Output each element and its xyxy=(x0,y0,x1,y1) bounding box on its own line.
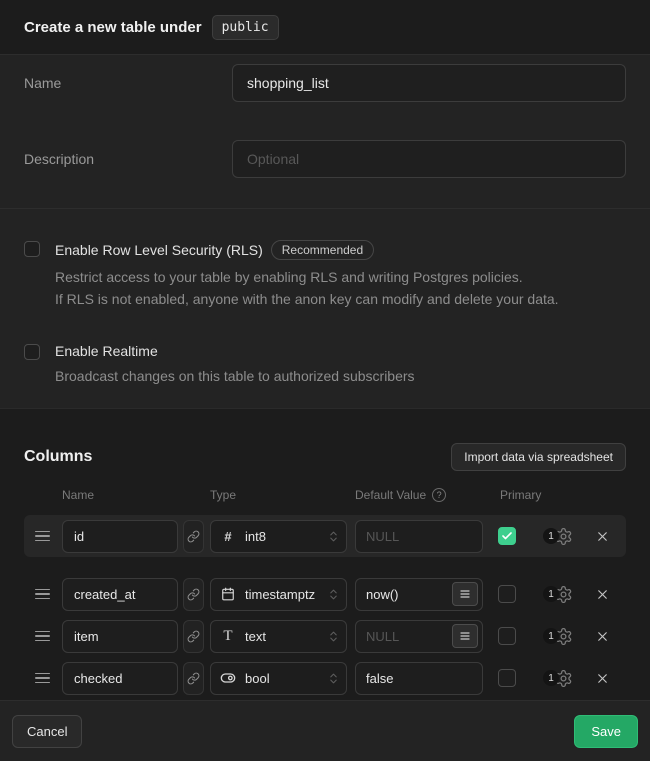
type-label: bool xyxy=(245,671,327,686)
settings-count-badge: 1 xyxy=(543,586,559,602)
remove-column-icon[interactable] xyxy=(595,529,610,544)
column-name-input[interactable] xyxy=(62,620,178,653)
drag-handle-icon[interactable] xyxy=(35,589,50,600)
column-type-select[interactable]: # int8 xyxy=(210,520,347,553)
default-value-input[interactable] xyxy=(356,621,452,652)
column-type-select[interactable]: timestamptz xyxy=(210,578,347,611)
default-value-input[interactable] xyxy=(356,579,452,610)
header-type: Type xyxy=(210,488,355,502)
column-settings-button[interactable]: 1 xyxy=(543,527,573,546)
default-value-field xyxy=(355,578,483,611)
default-value-input[interactable] xyxy=(356,663,478,694)
realtime-option: Enable Realtime Broadcast changes on thi… xyxy=(24,343,626,387)
foreign-key-link-icon[interactable] xyxy=(183,620,204,653)
rls-checkbox[interactable] xyxy=(24,241,40,257)
type-label: timestamptz xyxy=(245,587,327,602)
realtime-description: Broadcast changes on this table to autho… xyxy=(55,365,415,387)
primary-checkbox[interactable] xyxy=(498,585,516,603)
drag-handle-icon[interactable] xyxy=(35,673,50,684)
column-rows: # int8 1 xyxy=(24,515,626,699)
table-name-input[interactable] xyxy=(232,64,626,102)
default-value-field xyxy=(355,662,483,695)
column-settings-button[interactable]: 1 xyxy=(543,627,573,646)
dialog-footer: Cancel Save xyxy=(0,700,650,761)
realtime-label: Enable Realtime xyxy=(55,343,158,359)
cancel-button[interactable]: Cancel xyxy=(12,715,82,748)
settings-count-badge: 1 xyxy=(543,670,559,686)
settings-count-badge: 1 xyxy=(543,628,559,644)
chevrons-up-down-icon xyxy=(327,672,340,685)
chevrons-up-down-icon xyxy=(327,588,340,601)
column-row: # int8 1 xyxy=(24,515,626,557)
default-value-field xyxy=(355,520,483,553)
column-name-input[interactable] xyxy=(62,662,178,695)
realtime-text: Enable Realtime Broadcast changes on thi… xyxy=(55,343,415,387)
columns-title: Columns xyxy=(24,448,92,466)
header-name: Name xyxy=(62,488,210,502)
help-icon[interactable]: ? xyxy=(432,488,446,502)
column-type-select[interactable]: T text xyxy=(210,620,347,653)
rls-label: Enable Row Level Security (RLS) xyxy=(55,242,263,258)
remove-column-icon[interactable] xyxy=(595,671,610,686)
column-settings-button[interactable]: 1 xyxy=(543,585,573,604)
table-description-input[interactable] xyxy=(232,140,626,178)
columns-table-header: Name Type Default Value ? Primary xyxy=(24,488,626,502)
column-row: bool 1 xyxy=(24,657,626,699)
foreign-key-link-icon[interactable] xyxy=(183,662,204,695)
settings-count-badge: 1 xyxy=(543,528,559,544)
import-spreadsheet-button[interactable]: Import data via spreadsheet xyxy=(451,443,626,471)
toggle-icon xyxy=(220,670,236,686)
foreign-key-link-icon[interactable] xyxy=(183,578,204,611)
default-value-field xyxy=(355,620,483,653)
foreign-key-link-icon[interactable] xyxy=(183,520,204,553)
name-field-row: Name xyxy=(24,64,626,102)
name-label: Name xyxy=(24,64,232,102)
table-details-section: Name Description xyxy=(0,55,650,208)
columns-section: Columns Import data via spreadsheet Name… xyxy=(0,408,650,700)
column-row: timestamptz 1 xyxy=(24,573,626,615)
column-settings-button[interactable]: 1 xyxy=(543,669,573,688)
rls-text: Enable Row Level Security (RLS) Recommen… xyxy=(55,240,559,310)
create-table-dialog: Create a new table under public Name Des… xyxy=(0,0,650,761)
header-default-value: Default Value ? xyxy=(355,488,500,502)
remove-column-icon[interactable] xyxy=(595,629,610,644)
drag-handle-icon[interactable] xyxy=(35,631,50,642)
schema-badge: public xyxy=(212,15,279,40)
default-value-input[interactable] xyxy=(356,521,478,552)
recommended-badge: Recommended xyxy=(271,240,374,260)
type-label: int8 xyxy=(245,529,327,544)
drag-handle-icon[interactable] xyxy=(35,531,50,542)
description-label: Description xyxy=(24,140,232,178)
save-button[interactable]: Save xyxy=(574,715,638,748)
dialog-title: Create a new table under xyxy=(24,19,202,36)
rls-description: Restrict access to your table by enablin… xyxy=(55,266,559,310)
primary-checkbox[interactable] xyxy=(498,527,516,545)
primary-checkbox[interactable] xyxy=(498,669,516,687)
chevrons-up-down-icon xyxy=(327,530,340,543)
default-value-options-icon[interactable] xyxy=(452,624,478,648)
remove-column-icon[interactable] xyxy=(595,587,610,602)
column-name-input[interactable] xyxy=(62,520,178,553)
column-row: T text 1 xyxy=(24,615,626,657)
dialog-header: Create a new table under public xyxy=(0,0,650,55)
text-icon: T xyxy=(220,628,236,645)
chevrons-up-down-icon xyxy=(327,630,340,643)
primary-checkbox[interactable] xyxy=(498,627,516,645)
table-options-section: Enable Row Level Security (RLS) Recommen… xyxy=(0,208,650,408)
type-label: text xyxy=(245,629,327,644)
calendar-icon xyxy=(220,587,236,601)
realtime-checkbox[interactable] xyxy=(24,344,40,360)
description-field-row: Description xyxy=(24,140,626,178)
header-primary: Primary xyxy=(500,488,541,502)
column-name-input[interactable] xyxy=(62,578,178,611)
column-type-select[interactable]: bool xyxy=(210,662,347,695)
rls-option: Enable Row Level Security (RLS) Recommen… xyxy=(24,240,626,310)
hash-icon: # xyxy=(220,529,236,544)
default-value-options-icon[interactable] xyxy=(452,582,478,606)
